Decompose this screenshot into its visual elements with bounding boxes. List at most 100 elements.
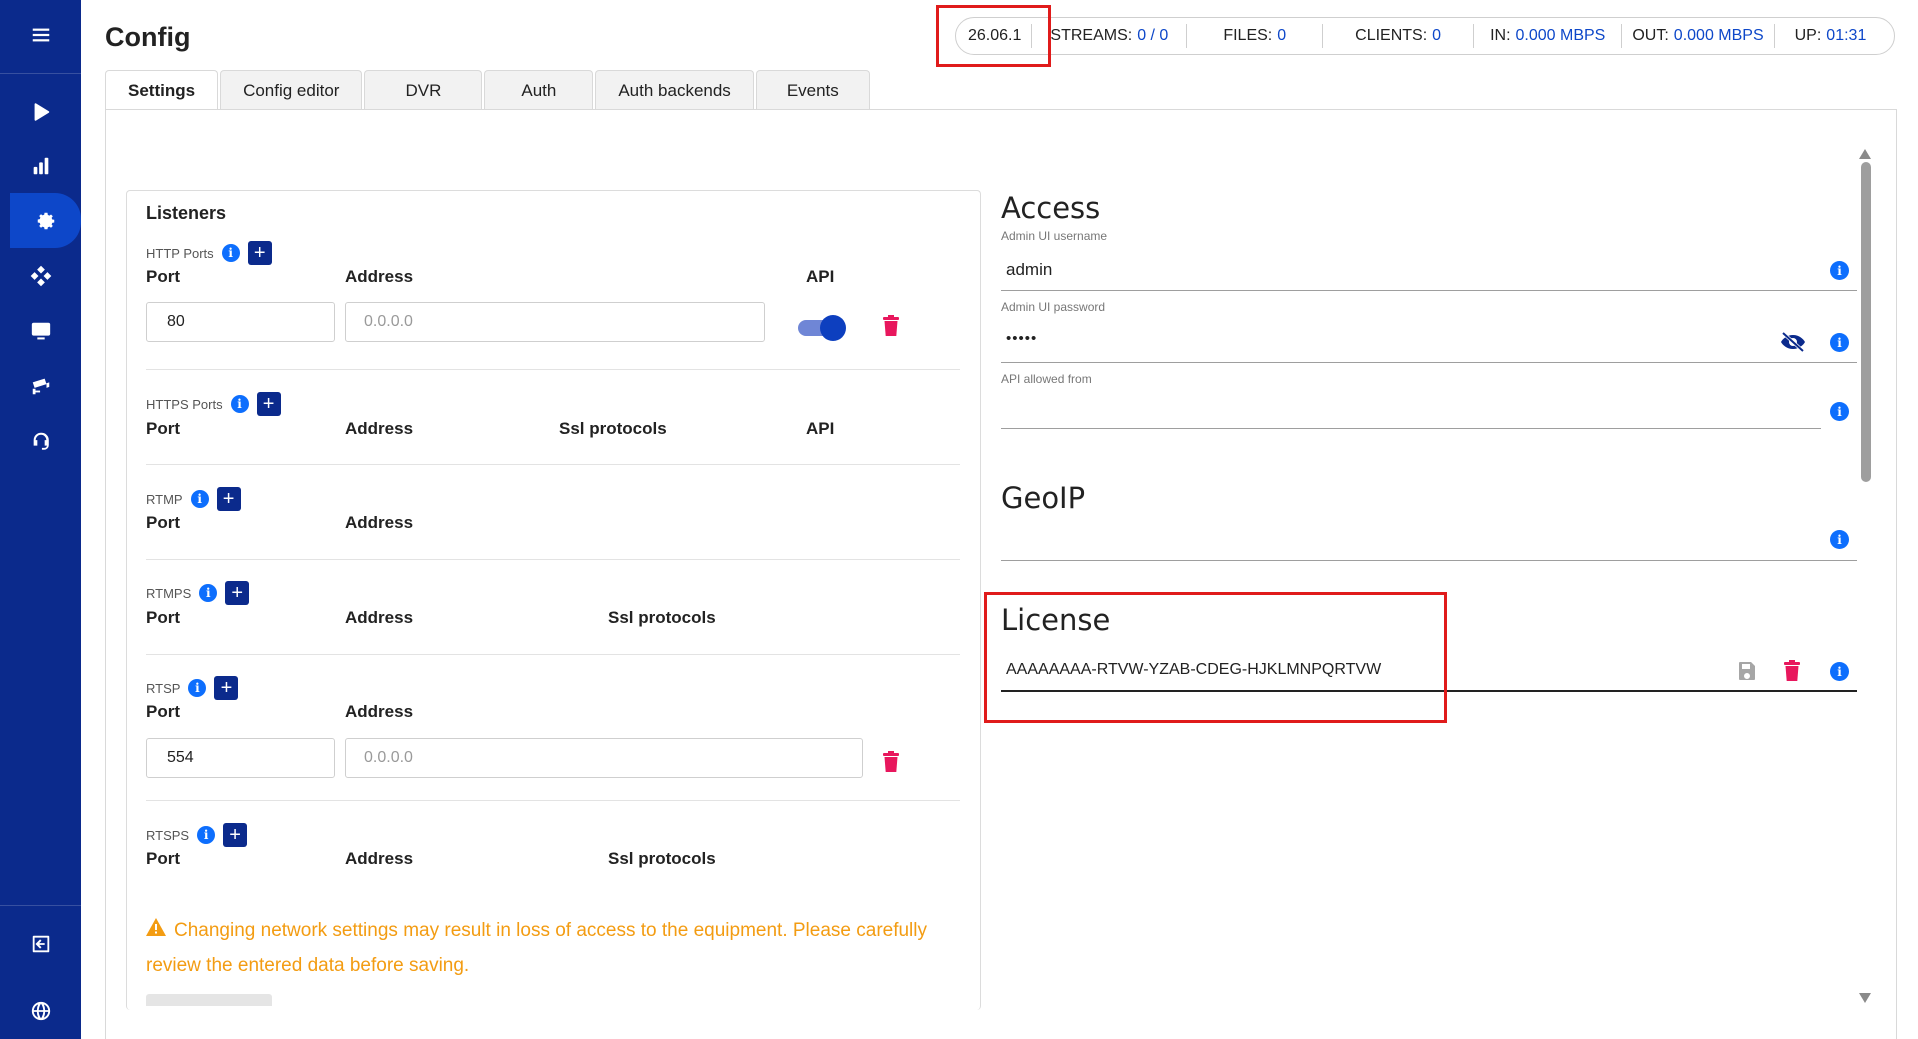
info-icon[interactable]: i <box>1830 402 1849 421</box>
stat-label: STREAMS: <box>1050 27 1133 44</box>
eye-off-icon[interactable] <box>1780 331 1806 353</box>
section-label: HTTP Ports <box>146 245 214 261</box>
username-label: Admin UI username <box>1001 229 1108 243</box>
info-icon[interactable]: i <box>190 490 209 508</box>
tab-dvr[interactable]: DVR <box>364 70 483 110</box>
info-icon[interactable]: i <box>199 584 218 602</box>
add-rtmp-port-button[interactable]: + <box>216 487 241 511</box>
http-ports-section: HTTP Ports i + <box>146 241 272 265</box>
tab-config-editor[interactable]: Config editor <box>220 70 363 110</box>
highlight-box-license <box>984 592 1447 723</box>
add-https-port-button[interactable]: + <box>256 392 281 416</box>
stat-clients: CLIENTS: 0 <box>1323 24 1475 48</box>
info-icon[interactable]: i <box>1830 261 1849 280</box>
col-address: Address <box>345 419 414 438</box>
tab-events[interactable]: Events <box>755 70 870 110</box>
col-port: Port <box>146 702 180 721</box>
col-port: Port <box>146 419 180 438</box>
info-icon[interactable]: i <box>188 679 207 697</box>
col-api: API <box>806 419 835 438</box>
add-rtsp-port-button[interactable]: + <box>214 676 239 700</box>
logout-icon[interactable] <box>0 916 81 971</box>
access-title: Access <box>1001 191 1101 225</box>
col-ssl-protocols: Ssl protocols <box>608 608 716 627</box>
sidebar-divider <box>0 905 81 906</box>
rtmp-section: RTMP i + <box>146 487 241 511</box>
info-icon[interactable]: i <box>230 395 249 413</box>
col-port: Port <box>146 267 180 286</box>
col-address: Address <box>345 702 414 721</box>
page-title: Config <box>105 22 191 52</box>
play-icon[interactable] <box>0 84 81 139</box>
http-port-input[interactable]: 80 <box>146 302 335 342</box>
password-label: Admin UI password <box>1001 300 1106 314</box>
add-rtmps-port-button[interactable]: + <box>225 581 250 605</box>
network-warning: Changing network settings may result in … <box>146 913 946 983</box>
globe-icon[interactable] <box>0 983 81 1038</box>
tab-bar: Settings Config editor DVR Auth Auth bac… <box>105 70 872 110</box>
save-icon[interactable] <box>1737 661 1757 683</box>
delete-license-icon[interactable] <box>1783 660 1801 682</box>
stat-label: CLIENTS: <box>1355 27 1428 44</box>
stat-value: 0.000 MBPS <box>1515 27 1606 44</box>
section-divider <box>146 559 960 560</box>
info-icon[interactable]: i <box>1830 662 1849 681</box>
section-label: HTTPS Ports <box>146 396 223 412</box>
stat-label: OUT: <box>1632 27 1669 44</box>
geoip-title: GeoIP <box>1001 481 1086 515</box>
save-listeners-button[interactable] <box>146 994 272 1006</box>
delete-rtsp-port-icon[interactable] <box>882 751 900 773</box>
info-icon[interactable]: i <box>197 826 216 844</box>
stat-uptime: UP: 01:31 <box>1775 24 1881 48</box>
rtsp-port-input[interactable]: 554 <box>146 738 335 778</box>
tab-auth-backends[interactable]: Auth backends <box>595 70 754 110</box>
rtsp-address-input[interactable]: 0.0.0.0 <box>345 738 863 778</box>
sidebar-divider <box>0 73 81 74</box>
section-label: RTSPS <box>146 827 190 843</box>
app-root: Config 26.06.1 STREAMS: 0 / 0 FILES: 0 CLI… <box>0 0 1918 1039</box>
rtsp-section: RTSP i + <box>146 676 239 700</box>
scrollbar-thumb[interactable] <box>1861 162 1871 482</box>
info-icon[interactable]: i <box>221 244 240 262</box>
highlight-box-version <box>936 5 1051 67</box>
cluster-icon[interactable] <box>0 248 81 303</box>
col-port: Port <box>146 513 180 532</box>
tab-settings[interactable]: Settings <box>105 70 219 110</box>
stat-value: 0 / 0 <box>1137 27 1169 44</box>
menu-icon[interactable] <box>0 7 81 62</box>
add-http-port-button[interactable]: + <box>247 241 272 265</box>
bar-chart-icon[interactable] <box>0 138 81 193</box>
username-underline <box>1001 290 1857 291</box>
col-api: API <box>806 267 835 286</box>
headset-icon[interactable] <box>0 413 81 468</box>
info-icon[interactable]: i <box>1830 530 1849 549</box>
camera-icon[interactable] <box>0 358 81 413</box>
scroll-up-icon[interactable] <box>1859 146 1871 159</box>
stat-value: 0 <box>1277 27 1287 44</box>
tab-auth[interactable]: Auth <box>484 70 594 110</box>
password-input[interactable]: ••••• <box>1006 330 1037 347</box>
http-api-toggle[interactable] <box>798 315 846 341</box>
stat-files: FILES: 0 <box>1187 24 1324 48</box>
col-address: Address <box>345 267 414 286</box>
section-divider <box>146 369 960 370</box>
http-address-input[interactable]: 0.0.0.0 <box>345 302 765 342</box>
delete-http-port-icon[interactable] <box>882 315 900 337</box>
api-allowed-label: API allowed from <box>1001 372 1092 386</box>
monitor-icon[interactable] <box>0 303 81 358</box>
section-label: RTSP <box>146 680 181 696</box>
rtsps-section: RTSPS i + <box>146 823 248 847</box>
scroll-down-icon[interactable] <box>1859 990 1871 1003</box>
add-rtsps-port-button[interactable]: + <box>223 823 248 847</box>
stat-in: IN: 0.000 MBPS <box>1474 24 1623 48</box>
api-allowed-underline <box>1001 428 1821 429</box>
col-ssl-protocols: Ssl protocols <box>559 419 667 438</box>
col-address: Address <box>345 849 414 868</box>
listeners-title: Listeners <box>146 203 227 223</box>
status-bar: 26.06.1 STREAMS: 0 / 0 FILES: 0 CLIENTS: 0 … <box>955 17 1895 55</box>
username-input[interactable]: admin <box>1006 260 1052 280</box>
warning-icon <box>146 913 166 948</box>
gear-icon[interactable] <box>10 193 81 248</box>
info-icon[interactable]: i <box>1830 333 1849 352</box>
stat-value: 01:31 <box>1826 27 1867 44</box>
